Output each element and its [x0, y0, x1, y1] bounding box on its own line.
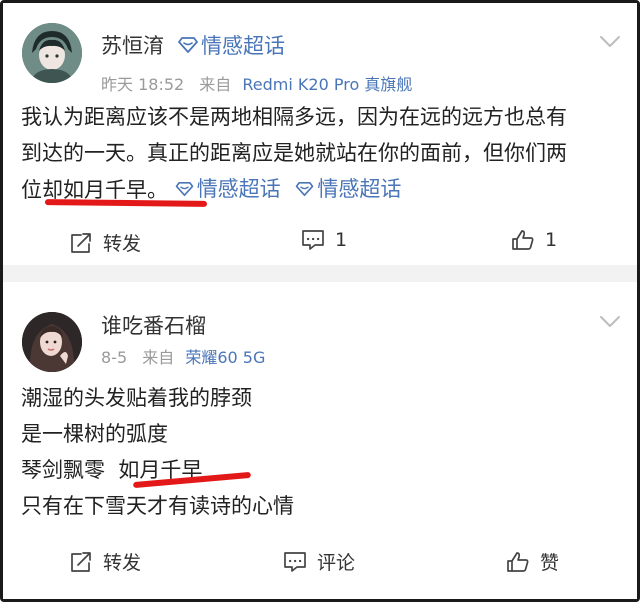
comment-count: 1 [335, 229, 348, 251]
inline-topic-label: 情感超话 [196, 177, 281, 201]
thumbs-up-icon [512, 230, 534, 250]
avatar-image [22, 23, 82, 83]
post-content: 我认为距离应该不是两地相隔多远，因为在远的远方也总有 到达的一天。真正的距离应是… [21, 99, 567, 208]
post-time: 8-5 [101, 348, 128, 367]
post-separator [3, 265, 637, 282]
topic-tag-link[interactable]: 情感超话 [178, 30, 285, 60]
content-line: 潮湿的头发贴着我的脖颈 [21, 386, 252, 410]
like-count: 1 [545, 229, 558, 251]
thumbs-up-icon [507, 551, 529, 572]
repost-label: 转发 [103, 233, 142, 255]
repost-label: 转发 [103, 552, 142, 574]
weibo-post: 苏恒淯 情感超话 昨天 18:52 来自 Redmi K20 Pro 真旗舰 我… [3, 3, 637, 265]
content-line-text: 位却如月千早。 [21, 178, 168, 202]
device-link[interactable]: 荣耀60 5G [185, 348, 265, 367]
device-link[interactable]: Redmi K20 Pro 真旗舰 [242, 75, 412, 94]
from-label: 来自 [142, 348, 175, 367]
content-line: 我认为距离应该不是两地相隔多远，因为在远的远方也总有 [21, 105, 567, 129]
avatar[interactable] [22, 23, 82, 83]
inline-topic-tag[interactable]: 情感超话 [295, 171, 401, 207]
post-meta: 8-5 来自 荣耀60 5G [101, 344, 265, 368]
share-icon [71, 551, 91, 572]
comment-button[interactable]: 1 [301, 229, 347, 251]
diamond-topic-icon [175, 181, 193, 197]
avatar[interactable] [22, 312, 82, 372]
post-content: 潮湿的头发贴着我的脖颈 是一棵树的弧度 琴剑飘零 如月千早 只有在下雪天才有读诗… [21, 380, 294, 524]
chevron-down-icon[interactable] [599, 314, 621, 330]
content-line: 是一棵树的弧度 [21, 422, 168, 446]
inline-topic-label: 情感超话 [317, 177, 402, 201]
like-button[interactable]: 赞 [506, 548, 559, 575]
repost-button[interactable]: 转发 [69, 229, 141, 256]
share-icon [71, 232, 91, 253]
username[interactable]: 谁吃番石榴 [101, 310, 206, 340]
chevron-down-icon[interactable] [599, 34, 621, 50]
comment-icon [284, 551, 306, 572]
diamond-topic-icon [296, 181, 314, 197]
post-time: 昨天 18:52 [101, 75, 185, 94]
diamond-topic-icon [178, 37, 198, 53]
content-line: 到达的一天。真正的距离应是她就站在你的面前，但你们两 [21, 141, 567, 165]
topic-tag-label: 情感超话 [201, 34, 285, 58]
username[interactable]: 苏恒淯 [101, 30, 164, 60]
post-meta: 昨天 18:52 来自 Redmi K20 Pro 真旗舰 [101, 71, 412, 95]
like-button[interactable]: 1 [511, 229, 557, 251]
content-line: 只有在下雪天才有读诗的心情 [21, 494, 294, 518]
avatar-image [22, 312, 82, 372]
weibo-post: 谁吃番石榴 8-5 来自 荣耀60 5G 潮湿的头发贴着我的脖颈 是一棵树的弧度… [3, 282, 637, 599]
comment-label: 评论 [317, 552, 356, 574]
comment-button[interactable]: 评论 [283, 548, 355, 575]
repost-button[interactable]: 转发 [69, 548, 141, 575]
like-label: 赞 [540, 552, 560, 574]
comment-icon [302, 230, 324, 250]
from-label: 来自 [199, 75, 232, 94]
